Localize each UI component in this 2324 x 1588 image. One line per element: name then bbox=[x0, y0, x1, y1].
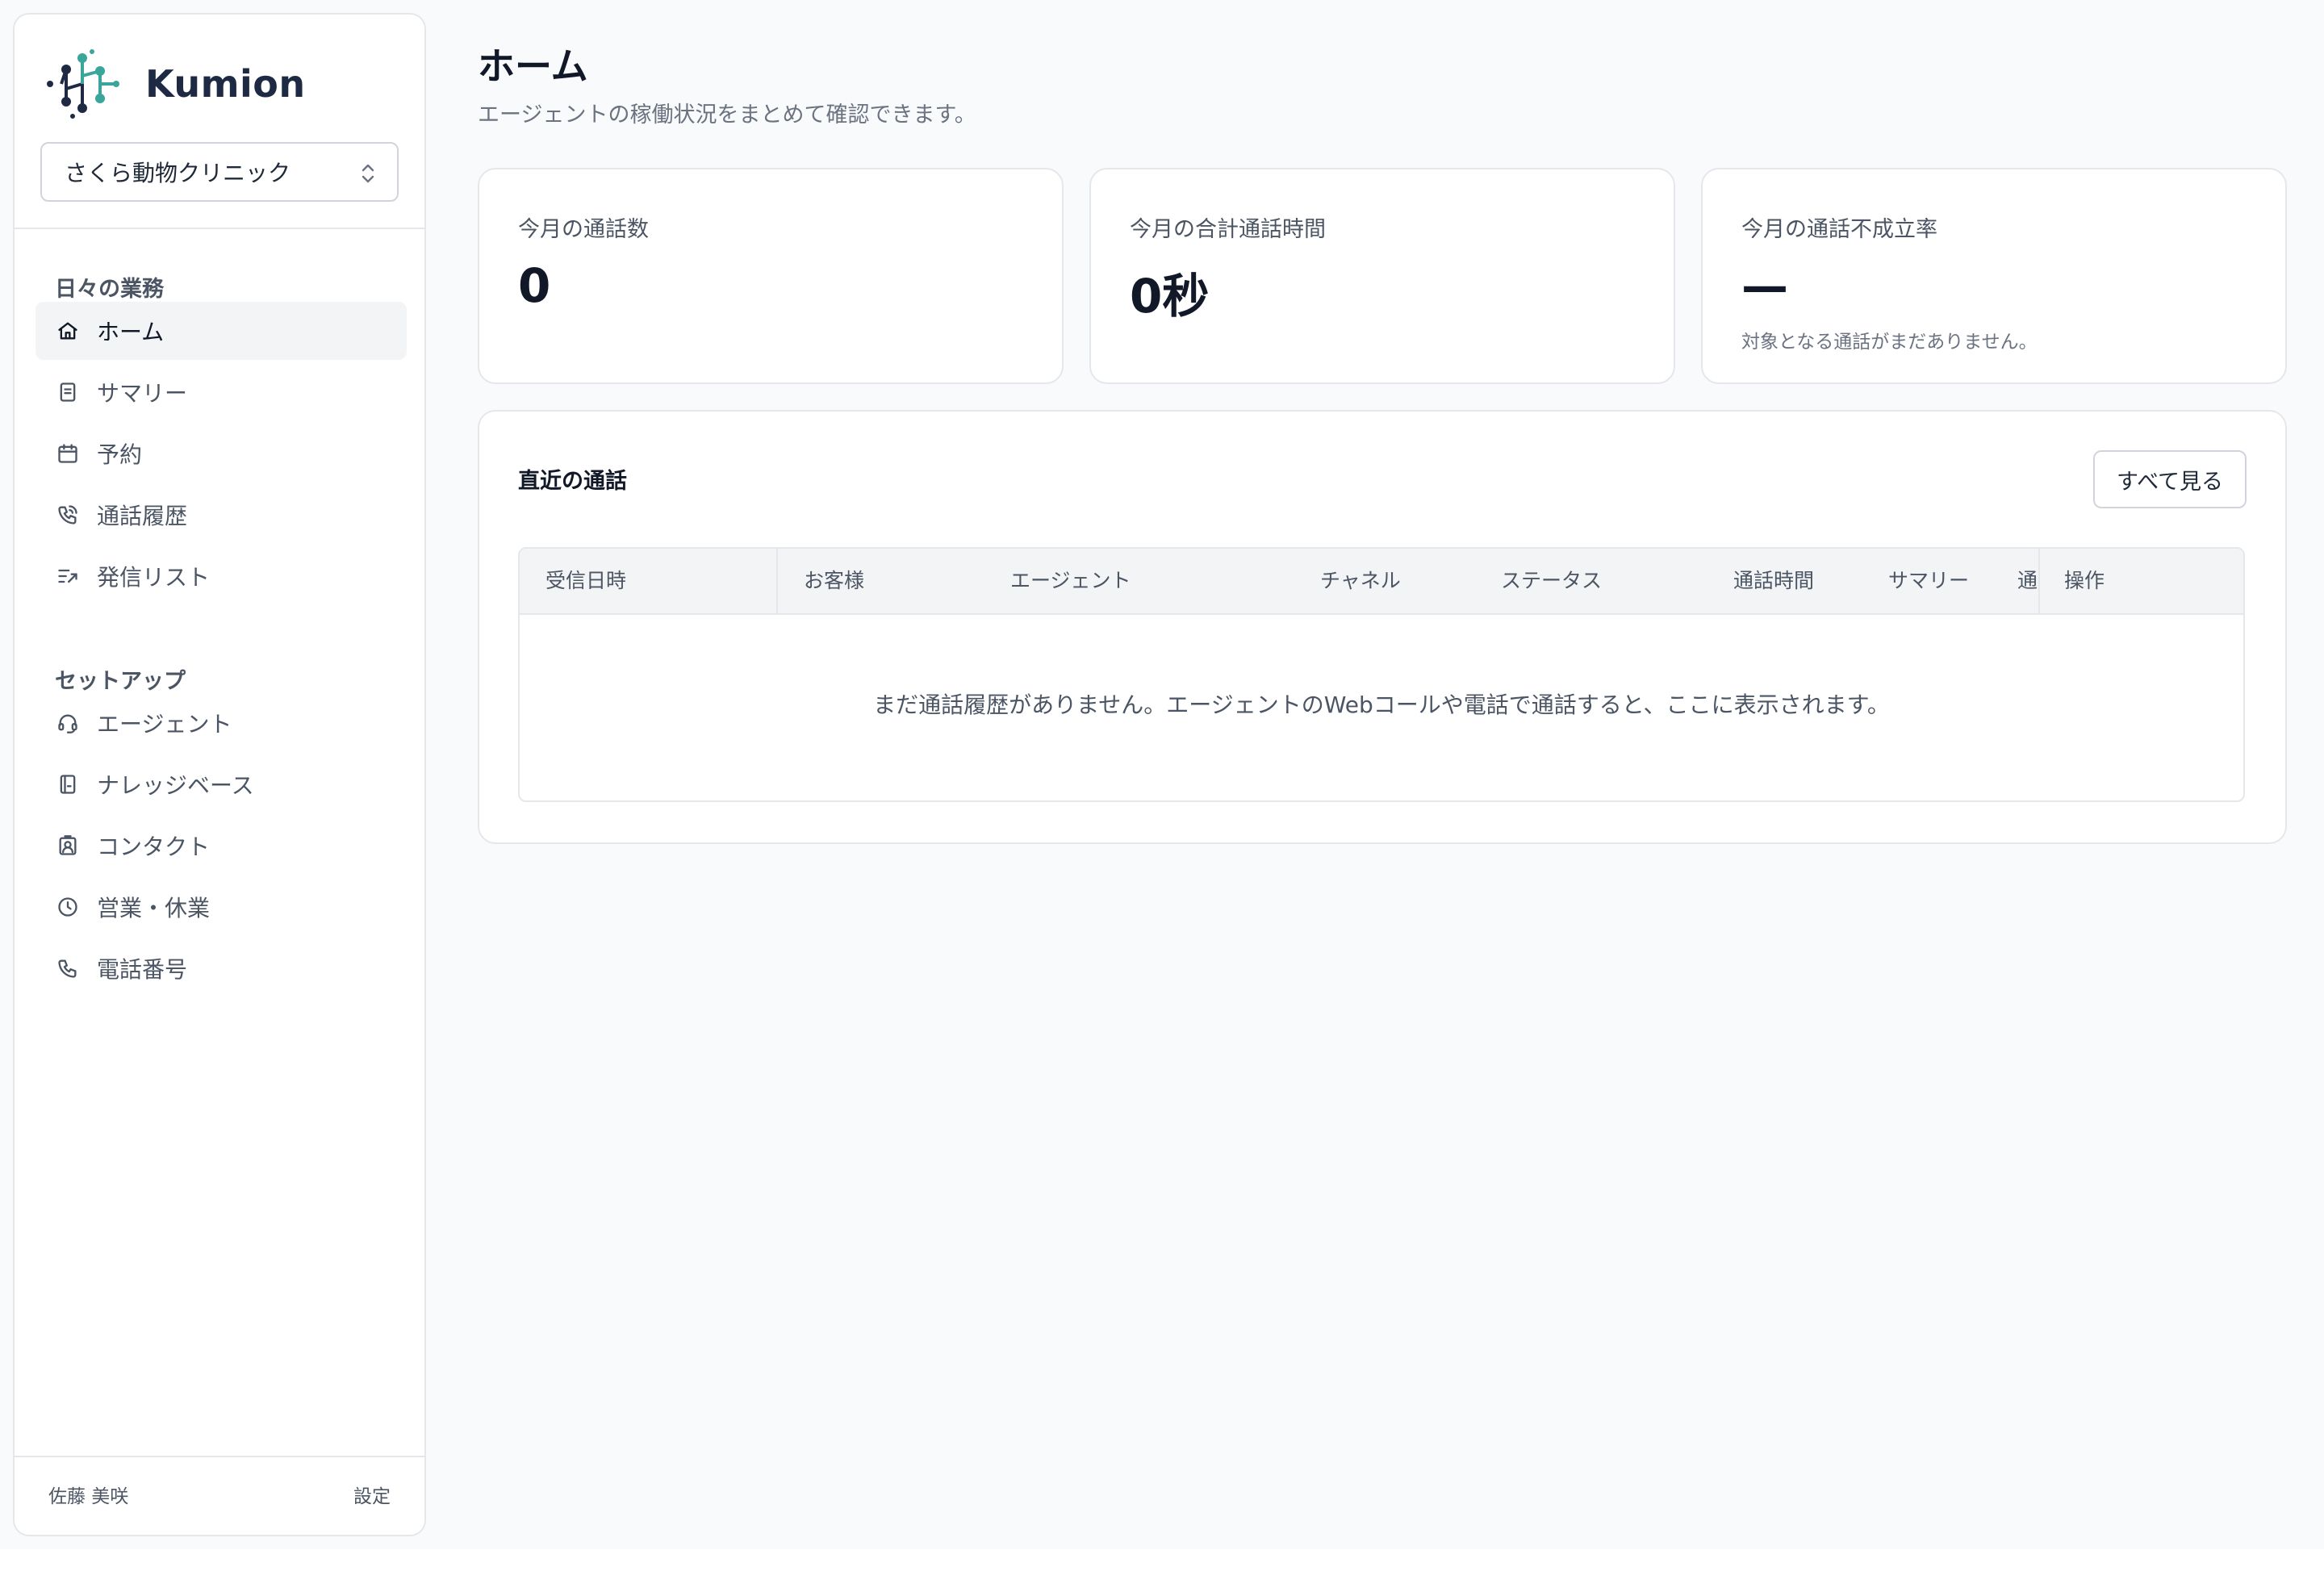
sidebar-item-agents[interactable]: エージェント bbox=[36, 694, 407, 752]
app-root: Kumion さくら動物クリニック 日々の業務 ホーム サマリー 予約 通話履歴… bbox=[0, 0, 2324, 1549]
sidebar-item-label: コンタクト bbox=[97, 834, 211, 860]
sidebar-item-reservations[interactable]: 予約 bbox=[36, 424, 407, 483]
current-user-name[interactable]: 佐藤 美咲 bbox=[48, 1481, 128, 1508]
column-header-received-at[interactable]: 受信日時 bbox=[545, 549, 626, 613]
stat-label: 今月の通話数 bbox=[518, 217, 649, 242]
stat-value: 0秒 bbox=[1130, 269, 1210, 324]
section-title-setup: セットアップ bbox=[55, 669, 186, 694]
organization-select-value: さくら動物クリニック bbox=[65, 160, 291, 186]
sidebar-item-label: ホーム bbox=[97, 319, 165, 345]
sidebar-item-knowledge-base[interactable]: ナレッジベース bbox=[36, 755, 407, 813]
table-header: 受信日時 お客様 エージェント チャネル ステータス 通話時間 サマリー 通 操… bbox=[520, 549, 2243, 615]
kumion-logo-icon bbox=[47, 49, 119, 119]
sidebar-footer: 佐藤 美咲 設定 bbox=[48, 1478, 391, 1511]
sidebar-divider bbox=[15, 228, 424, 229]
phone-history-icon bbox=[56, 504, 79, 526]
column-header-truncated[interactable]: 通 bbox=[2017, 549, 2040, 613]
column-header-customer[interactable]: お客様 bbox=[804, 549, 864, 613]
calendar-icon bbox=[56, 442, 79, 465]
column-header-channel[interactable]: チャネル bbox=[1320, 549, 1401, 613]
sidebar-item-label: 予約 bbox=[97, 441, 143, 468]
headset-icon bbox=[56, 712, 79, 734]
sidebar-item-contacts[interactable]: コンタクト bbox=[36, 817, 407, 875]
stat-label: 今月の通話不成立率 bbox=[1741, 217, 1937, 242]
book-icon bbox=[56, 773, 79, 796]
home-icon bbox=[56, 320, 79, 342]
brand-logo[interactable]: Kumion bbox=[44, 44, 306, 124]
sidebar-item-label: エージェント bbox=[97, 711, 232, 738]
stat-card-total-duration: 今月の合計通話時間 0秒 bbox=[1089, 168, 1675, 384]
stat-value: — bbox=[1741, 258, 1788, 313]
column-resize-handle[interactable] bbox=[776, 549, 778, 613]
clock-icon bbox=[56, 896, 79, 918]
brand-name: Kumion bbox=[145, 62, 306, 106]
contact-card-icon bbox=[56, 834, 79, 857]
settings-link[interactable]: 設定 bbox=[353, 1481, 391, 1508]
empty-state-message: まだ通話履歴がありません。エージェントのWebコールや電話で通話すると、ここに表… bbox=[873, 692, 1890, 718]
sidebar-item-label: サマリー bbox=[97, 380, 188, 407]
chevron-up-down-icon bbox=[362, 164, 374, 183]
document-icon bbox=[56, 381, 79, 403]
recent-calls-title: 直近の通話 bbox=[518, 469, 627, 494]
sidebar-item-business-hours[interactable]: 営業・休業 bbox=[36, 878, 407, 936]
sidebar-footer-divider bbox=[15, 1456, 424, 1457]
column-header-agent[interactable]: エージェント bbox=[1010, 549, 1131, 613]
sidebar-item-summary[interactable]: サマリー bbox=[36, 363, 407, 421]
column-header-status[interactable]: ステータス bbox=[1501, 549, 1602, 613]
sidebar-item-label: 発信リスト bbox=[97, 564, 211, 591]
sidebar-item-label: ナレッジベース bbox=[97, 772, 254, 799]
sidebar-item-label: 通話履歴 bbox=[97, 503, 188, 529]
column-sticky-separator bbox=[2038, 549, 2040, 613]
section-title-daily: 日々の業務 bbox=[55, 277, 164, 302]
stat-label: 今月の合計通話時間 bbox=[1130, 217, 1326, 242]
phone-icon bbox=[56, 957, 79, 980]
page-subtitle: エージェントの稼働状況をまとめて確認できます。 bbox=[478, 102, 976, 127]
page-title: ホーム bbox=[478, 44, 588, 88]
sidebar-item-call-history[interactable]: 通話履歴 bbox=[36, 486, 407, 544]
sidebar-item-label: 営業・休業 bbox=[97, 895, 211, 921]
column-header-actions: 操作 bbox=[2064, 569, 2105, 592]
stat-value: 0 bbox=[518, 258, 551, 313]
sidebar-item-outbound-list[interactable]: 発信リスト bbox=[36, 547, 407, 605]
column-header-summary[interactable]: サマリー bbox=[1888, 549, 1969, 613]
stat-card-failure-rate: 今月の通話不成立率 — 対象となる通話がまだありません。 bbox=[1701, 168, 2287, 384]
organization-select[interactable]: さくら動物クリニック bbox=[40, 142, 399, 202]
recent-calls-table: 受信日時 お客様 エージェント チャネル ステータス 通話時間 サマリー 通 操… bbox=[518, 547, 2245, 802]
sidebar: Kumion さくら動物クリニック 日々の業務 ホーム サマリー 予約 通話履歴… bbox=[13, 13, 426, 1536]
column-header-duration[interactable]: 通話時間 bbox=[1733, 549, 1814, 613]
stat-note: 対象となる通話がまだありません。 bbox=[1741, 332, 2038, 353]
see-all-button[interactable]: すべて見る bbox=[2093, 450, 2247, 508]
stat-card-call-count: 今月の通話数 0 bbox=[478, 168, 1064, 384]
sidebar-item-phone-numbers[interactable]: 電話番号 bbox=[36, 939, 407, 997]
recent-calls-card: 直近の通話 すべて見る 受信日時 お客様 エージェント チャネル ステータス 通… bbox=[478, 410, 2287, 844]
sidebar-item-home[interactable]: ホーム bbox=[36, 302, 407, 360]
outbound-list-icon bbox=[56, 565, 79, 587]
sidebar-item-label: 電話番号 bbox=[97, 956, 188, 983]
